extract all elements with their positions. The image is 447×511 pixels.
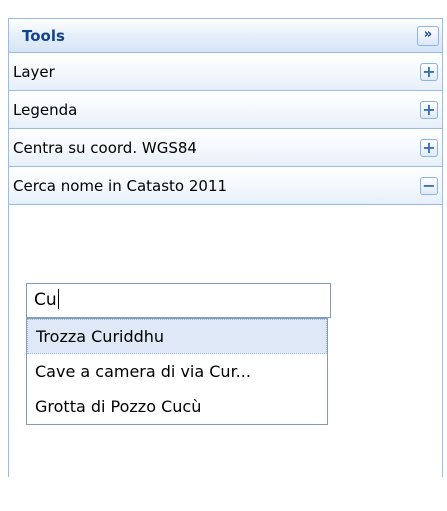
text-caret [57,289,59,309]
expand-plus-icon[interactable]: + [420,63,438,81]
collapse-minus-icon[interactable]: − [420,177,438,195]
accordion-item-label: Legenda [13,101,78,119]
suggestion-item[interactable]: Cave a camera di via Cur... [27,354,327,389]
accordion-item-layer[interactable]: Layer + [9,53,442,91]
search-input[interactable]: Cu [26,283,331,318]
tools-panel: Tools » Layer + Legenda + Centra su coor… [8,18,443,511]
accordion-item-label: Cerca nome in Catasto 2011 [13,177,228,195]
suggestion-item[interactable]: Trozza Curiddhu [27,319,327,354]
accordion-item-label: Layer [13,63,55,81]
tools-title: Tools [22,27,65,45]
suggestion-item[interactable]: Grotta di Pozzo Cucù [27,389,327,424]
accordion-item-centra-coord[interactable]: Centra su coord. WGS84 + [9,129,442,167]
double-chevron-right-icon[interactable]: » [417,26,439,46]
accordion-item-cerca-nome[interactable]: Cerca nome in Catasto 2011 − [9,167,442,205]
autocomplete-dropdown: Trozza Curiddhu Cave a camera di via Cur… [26,318,328,425]
search-input-value: Cu [34,290,57,310]
accordion-item-label: Centra su coord. WGS84 [13,139,197,157]
search-panel-body: Cu Trozza Curiddhu Cave a camera di via … [9,205,442,511]
tools-header: Tools » [9,18,442,53]
expand-plus-icon[interactable]: + [420,101,438,119]
accordion-item-legenda[interactable]: Legenda + [9,91,442,129]
expand-plus-icon[interactable]: + [420,139,438,157]
